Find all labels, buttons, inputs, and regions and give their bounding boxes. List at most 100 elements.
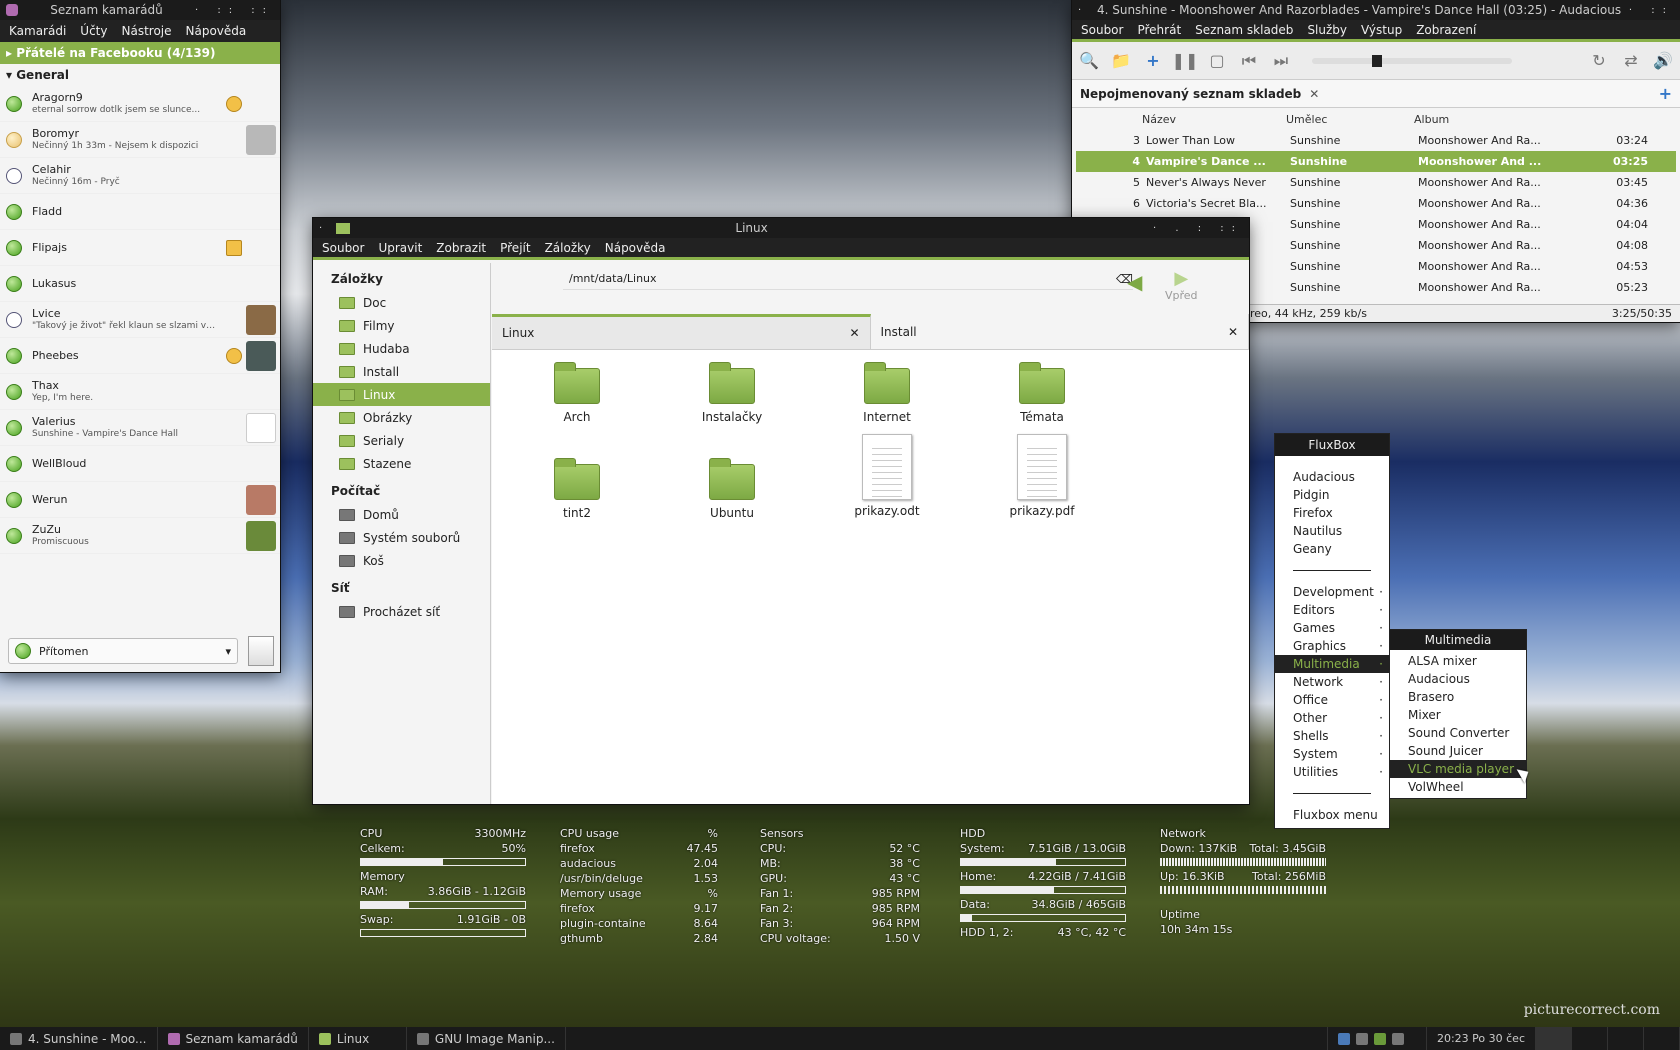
buddy-item[interactable]: WellBloud [0, 446, 280, 482]
repeat-icon[interactable]: ↻ [1588, 50, 1610, 72]
menu-item-multimedia[interactable]: Audacious [1390, 670, 1526, 688]
shuffle-icon[interactable]: ⇄ [1620, 50, 1642, 72]
menu-zalozky[interactable]: Záložky [545, 241, 591, 255]
col-artist[interactable]: Umělec [1278, 113, 1414, 126]
buddy-item[interactable]: Fladd [0, 194, 280, 230]
tray-icon[interactable] [1391, 1032, 1404, 1045]
search-icon[interactable]: 🔍 [1078, 50, 1100, 72]
tray-icon[interactable] [1373, 1032, 1386, 1045]
menu-zobrazit[interactable]: Zobrazit [436, 241, 486, 255]
group-general[interactable]: ▾ General [0, 64, 280, 86]
menu-napoveda[interactable]: Nápověda [605, 241, 666, 255]
next-icon[interactable]: ⏭ [1270, 50, 1292, 72]
playlist-row[interactable]: 5 Never's Always Never Sunshine Moonshower … [1076, 172, 1676, 193]
close-icon[interactable]: ✕ [1309, 87, 1319, 101]
menu-vystup[interactable]: Výstup [1361, 23, 1402, 37]
menu-item-multimedia[interactable]: Mixer [1390, 706, 1526, 724]
task-nautilus[interactable]: Linux [309, 1027, 407, 1050]
sidebar-item-hudaba[interactable]: Hudaba [313, 337, 490, 360]
menu-item-category[interactable]: Development · [1275, 583, 1389, 601]
menu-item-app[interactable]: Geany [1275, 540, 1389, 558]
menu-napoveda[interactable]: Nápověda [186, 24, 247, 38]
location-entry[interactable]: /mnt/data/Linux ⌫ [563, 268, 1133, 290]
menu-item-app[interactable]: Nautilus [1275, 522, 1389, 540]
file-item[interactable]: prikazy.odt [832, 434, 942, 518]
workspace-4[interactable] [1644, 1027, 1680, 1050]
clock[interactable]: 20:23 Po 30 čec [1427, 1027, 1536, 1050]
menu-nastroje[interactable]: Nástroje [121, 24, 171, 38]
buddy-item[interactable]: Pheebes [0, 338, 280, 374]
sidebar-item-filmy[interactable]: Filmy [313, 314, 490, 337]
menu-item-category[interactable]: Multimedia · [1275, 655, 1389, 673]
menu-item-app[interactable]: Firefox [1275, 504, 1389, 522]
workspace-1[interactable] [1536, 1027, 1572, 1050]
tab-install[interactable]: Install ✕ [871, 314, 1249, 349]
buddy-item[interactable]: Thax Yep, I'm here. [0, 374, 280, 410]
avatar[interactable] [246, 305, 276, 335]
sidebar-item-computer[interactable]: Systém souborů [313, 526, 490, 549]
close-icon[interactable]: ✕ [849, 326, 859, 340]
menu-prehrat[interactable]: Přehrát [1137, 23, 1181, 37]
task-pidgin[interactable]: Seznam kamarádů [158, 1027, 309, 1050]
sidebar-item-obrázky[interactable]: Obrázky [313, 406, 490, 429]
menu-item-fluxbox-menu[interactable]: Fluxbox menu [1275, 806, 1389, 824]
sidebar-item-computer[interactable]: Domů [313, 503, 490, 526]
col-album[interactable]: Album [1414, 113, 1574, 126]
buddy-item[interactable]: ZuZu Promiscuous [0, 518, 280, 554]
menu-soubor[interactable]: Soubor [322, 241, 364, 255]
file-item[interactable]: Internet [832, 362, 942, 424]
menu-item-category[interactable]: Utilities · [1275, 763, 1389, 781]
buddy-item[interactable]: Lvice "Takový je život" řekl klaun se slz… [0, 302, 280, 338]
file-item[interactable]: prikazy.pdf [987, 434, 1097, 518]
sidebar-item-doc[interactable]: Doc [313, 291, 490, 314]
file-item[interactable]: Instalačky [677, 362, 787, 424]
tray-icon[interactable] [1355, 1032, 1368, 1045]
own-avatar[interactable] [248, 636, 274, 666]
close-icon[interactable]: ✕ [1228, 325, 1238, 339]
presence-selector[interactable]: Přítomen ▾ [8, 638, 238, 664]
avatar[interactable] [246, 125, 276, 155]
add-playlist-icon[interactable]: + [1659, 84, 1672, 103]
sidebar-item-linux[interactable]: Linux [313, 383, 490, 406]
file-item[interactable]: Arch [522, 362, 632, 424]
previous-icon[interactable]: ⏮ [1238, 50, 1260, 72]
sidebar-item-computer[interactable]: Koš [313, 549, 490, 572]
menu-item-multimedia[interactable]: Sound Converter [1390, 724, 1526, 742]
playlist-tab[interactable]: Nepojmenovaný seznam skladeb ✕ + [1072, 80, 1680, 108]
task-gimp[interactable]: GNU Image Manip... [407, 1027, 566, 1050]
audacious-titlebar[interactable]: · 4. Sunshine - Moonshower And Razorblad… [1072, 0, 1680, 20]
workspace-2[interactable] [1572, 1027, 1608, 1050]
window-controls[interactable]: · :: [1629, 5, 1674, 16]
playlist-row[interactable]: 4 Vampire's Dance ... Sunshine Moonshower A… [1076, 151, 1676, 172]
menu-item-category[interactable]: Office · [1275, 691, 1389, 709]
menu-item-category[interactable]: Network · [1275, 673, 1389, 691]
pidgin-titlebar[interactable]: Seznam kamarádů · :: :: [0, 0, 280, 20]
playlist-row[interactable]: 3 Lower Than Low Sunshine Moonshower And Ra… [1076, 130, 1676, 151]
buddy-item[interactable]: Aragorn9 eternal sorrow dotlk jsem se slu… [0, 86, 280, 122]
menu-sluzby[interactable]: Služby [1307, 23, 1347, 37]
buddy-item[interactable]: Valerius Sunshine - Vampire's Dance Hall [0, 410, 280, 446]
file-item[interactable]: Témata [987, 362, 1097, 424]
menu-item-category[interactable]: System · [1275, 745, 1389, 763]
menu-prejit[interactable]: Přejít [500, 241, 530, 255]
menu-item-multimedia[interactable]: Sound Juicer [1390, 742, 1526, 760]
nautilus-titlebar[interactable]: · Linux · . : :: [313, 218, 1249, 238]
group-facebook[interactable]: ▸ Přátelé na Facebooku (4/139) [0, 42, 280, 64]
stop-icon[interactable]: ▢ [1206, 50, 1228, 72]
add-icon[interactable]: + [1142, 50, 1164, 72]
seek-slider[interactable] [1312, 54, 1512, 67]
menu-item-app[interactable]: Pidgin [1275, 486, 1389, 504]
forward-button[interactable]: ▶ Vpřed [1165, 268, 1198, 302]
avatar[interactable] [246, 413, 276, 443]
volume-icon[interactable]: 🔊 [1652, 50, 1674, 72]
sidebar-item-browse-network[interactable]: Procházet síť [313, 600, 490, 623]
sidebar-item-stazene[interactable]: Stazene [313, 452, 490, 475]
avatar[interactable] [246, 521, 276, 551]
system-tray[interactable] [1326, 1027, 1427, 1050]
sidebar-item-serialy[interactable]: Serialy [313, 429, 490, 452]
avatar[interactable] [246, 485, 276, 515]
menu-item-multimedia[interactable]: VLC media player [1390, 760, 1526, 778]
seek-handle[interactable] [1372, 54, 1382, 67]
menu-item-category[interactable]: Editors · [1275, 601, 1389, 619]
back-button[interactable]: ◀ [1127, 270, 1142, 294]
